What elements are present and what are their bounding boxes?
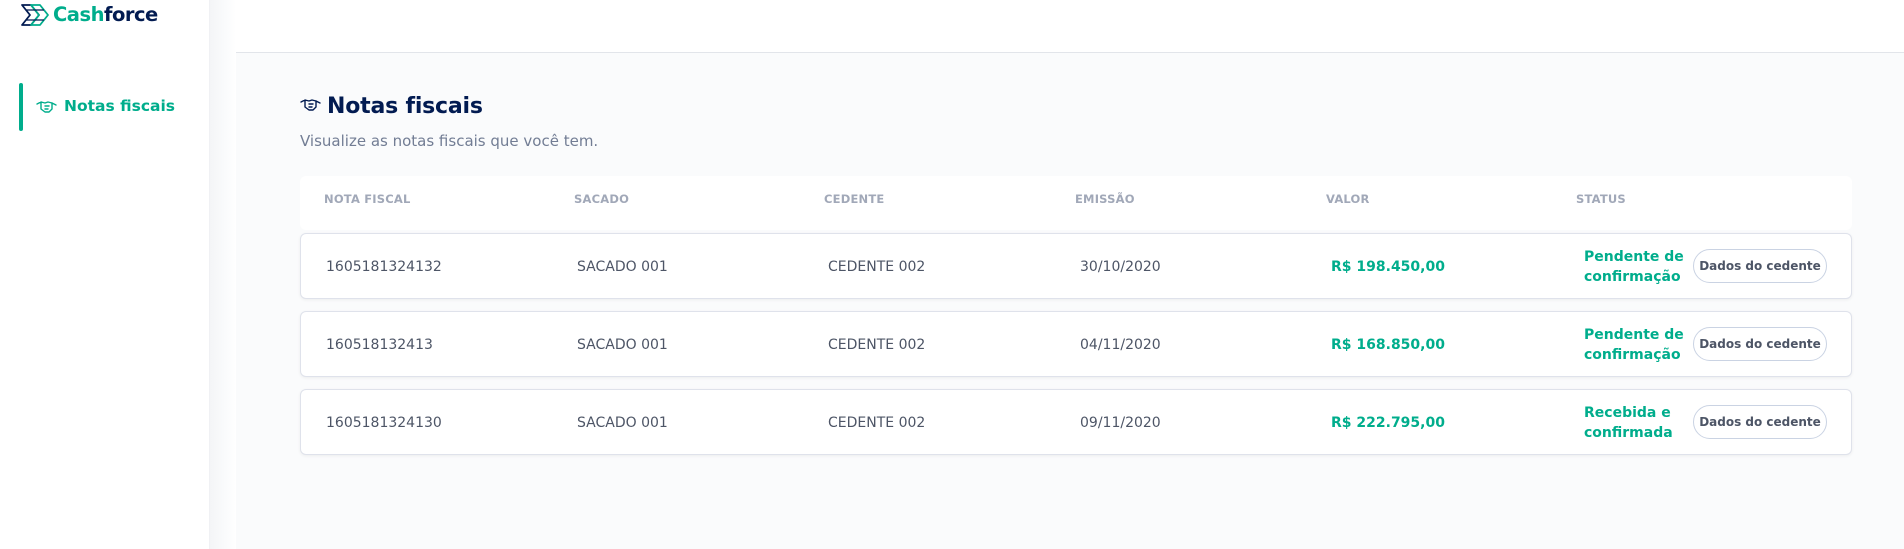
valor-cell: R$ 198.450,00 bbox=[1331, 259, 1445, 275]
cedente-cell: CEDENTE 002 bbox=[828, 337, 926, 353]
table-header: NOTA FISCAL SACADO CEDENTE EMISSÃO VALOR… bbox=[300, 176, 1852, 230]
column-header-emissao: EMISSÃO bbox=[1075, 192, 1135, 206]
sidebar-shadow bbox=[210, 0, 236, 549]
status-cell: Recebida e confirmada bbox=[1584, 403, 1684, 443]
column-header-sacado: SACADO bbox=[574, 192, 630, 206]
status-line-2: confirmação bbox=[1584, 347, 1681, 363]
cashforce-logo-icon bbox=[20, 2, 50, 28]
main-content bbox=[236, 53, 1904, 549]
status-line-1: Pendente de bbox=[1584, 327, 1684, 343]
table-row: 160518132413 SACADO 001 CEDENTE 002 04/1… bbox=[300, 311, 1852, 377]
page-subtitle: Visualize as notas fiscais que você tem. bbox=[300, 132, 599, 150]
emissao-cell: 30/10/2020 bbox=[1080, 259, 1161, 275]
status-cell: Pendente de confirmação bbox=[1584, 247, 1684, 287]
sacado-cell: SACADO 001 bbox=[577, 259, 668, 275]
page-header: Notas fiscais bbox=[300, 94, 483, 119]
sacado-cell: SACADO 001 bbox=[577, 415, 668, 431]
cashforce-logo[interactable]: Cashforce bbox=[20, 2, 158, 28]
dados-do-cedente-button[interactable]: Dados do cedente bbox=[1693, 327, 1827, 361]
status-cell: Pendente de confirmação bbox=[1584, 325, 1684, 365]
cedente-cell: CEDENTE 002 bbox=[828, 415, 926, 431]
column-header-status: STATUS bbox=[1576, 192, 1626, 206]
status-line-1: Recebida e bbox=[1584, 405, 1671, 421]
emissao-cell: 04/11/2020 bbox=[1080, 337, 1161, 353]
dados-do-cedente-button[interactable]: Dados do cedente bbox=[1693, 249, 1827, 283]
sacado-cell: SACADO 001 bbox=[577, 337, 668, 353]
column-header-nota-fiscal: NOTA FISCAL bbox=[324, 192, 411, 206]
dados-do-cedente-button[interactable]: Dados do cedente bbox=[1693, 405, 1827, 439]
status-line-1: Pendente de bbox=[1584, 249, 1684, 265]
nota-fiscal-cell: 160518132413 bbox=[326, 337, 433, 353]
nota-fiscal-cell: 1605181324130 bbox=[326, 415, 442, 431]
page-title: Notas fiscais bbox=[327, 94, 483, 119]
nota-fiscal-cell: 1605181324132 bbox=[326, 259, 442, 275]
valor-cell: R$ 168.850,00 bbox=[1331, 337, 1445, 353]
status-line-2: confirmada bbox=[1584, 425, 1673, 441]
table-row: 1605181324132 SACADO 001 CEDENTE 002 30/… bbox=[300, 233, 1852, 299]
brand-name: Cashforce bbox=[53, 3, 158, 26]
top-bar bbox=[236, 0, 1904, 53]
sidebar: Cashforce Notas fiscais bbox=[0, 0, 210, 549]
valor-cell: R$ 222.795,00 bbox=[1331, 415, 1445, 431]
sidebar-item-notas-fiscais[interactable]: Notas fiscais bbox=[19, 83, 194, 131]
cedente-cell: CEDENTE 002 bbox=[828, 259, 926, 275]
column-header-cedente: CEDENTE bbox=[824, 192, 885, 206]
emissao-cell: 09/11/2020 bbox=[1080, 415, 1161, 431]
handshake-icon bbox=[36, 99, 57, 118]
sidebar-item-label: Notas fiscais bbox=[64, 97, 176, 115]
table-row: 1605181324130 SACADO 001 CEDENTE 002 09/… bbox=[300, 389, 1852, 455]
column-header-valor: VALOR bbox=[1326, 192, 1370, 206]
handshake-icon bbox=[300, 97, 321, 116]
status-line-2: confirmação bbox=[1584, 269, 1681, 285]
active-indicator bbox=[19, 83, 23, 131]
